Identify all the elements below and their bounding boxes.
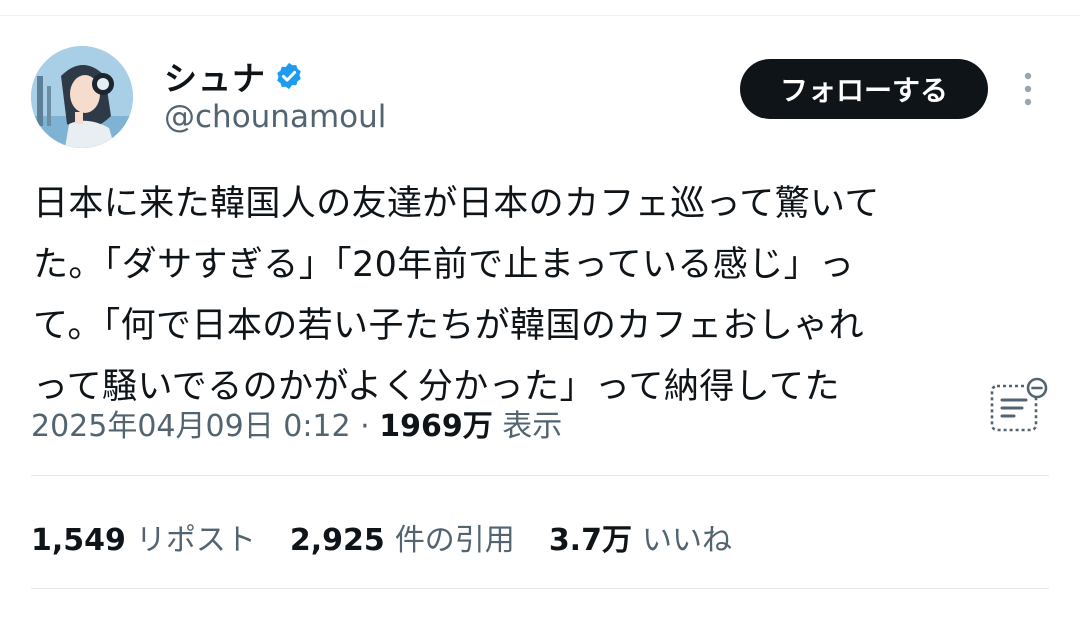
grok-summary-icon[interactable]: [985, 376, 1051, 438]
engagement-stats: 1,549 リポスト 2,925 件の引用 3.7万 いいね: [31, 515, 766, 559]
top-divider: [0, 15, 1080, 16]
avatar[interactable]: [31, 46, 133, 148]
tweet-text: 日本に来た韓国人の友達が日本のカフェ巡って驚いて た。「ダサすぎる」「20年前で…: [33, 184, 880, 407]
quotes-count: 2,925: [289, 523, 385, 558]
meta-separator: ·: [350, 409, 380, 444]
reposts-label: リポスト: [135, 523, 256, 558]
tweet-meta: 2025年04月09日 0:12 · 1969万 表示: [31, 401, 562, 445]
reposts-count: 1,549: [31, 523, 126, 558]
quotes-label: 件の引用: [394, 523, 515, 558]
reposts-stat[interactable]: 1,549 リポスト: [31, 515, 256, 559]
stats-divider-top: [31, 475, 1049, 476]
tweet-timestamp[interactable]: 2025年04月09日 0:12: [31, 409, 351, 444]
follow-button[interactable]: フォローする: [740, 59, 988, 119]
views-label: 表示: [492, 409, 563, 444]
author-name-row: シュナ: [164, 52, 304, 100]
views-count: 1969万: [379, 409, 493, 444]
likes-count: 3.7万: [548, 523, 632, 558]
stats-divider-bottom: [31, 588, 1049, 589]
display-name[interactable]: シュナ: [164, 52, 266, 100]
verified-badge-icon: [277, 62, 301, 90]
more-vertical-icon[interactable]: [1016, 70, 1040, 110]
likes-label: いいね: [641, 523, 732, 558]
user-handle[interactable]: @chounamoul: [164, 99, 386, 135]
likes-stat[interactable]: 3.7万 いいね: [549, 515, 732, 559]
anime-character-avatar-icon: [31, 46, 133, 148]
quotes-stat[interactable]: 2,925 件の引用: [290, 515, 515, 559]
